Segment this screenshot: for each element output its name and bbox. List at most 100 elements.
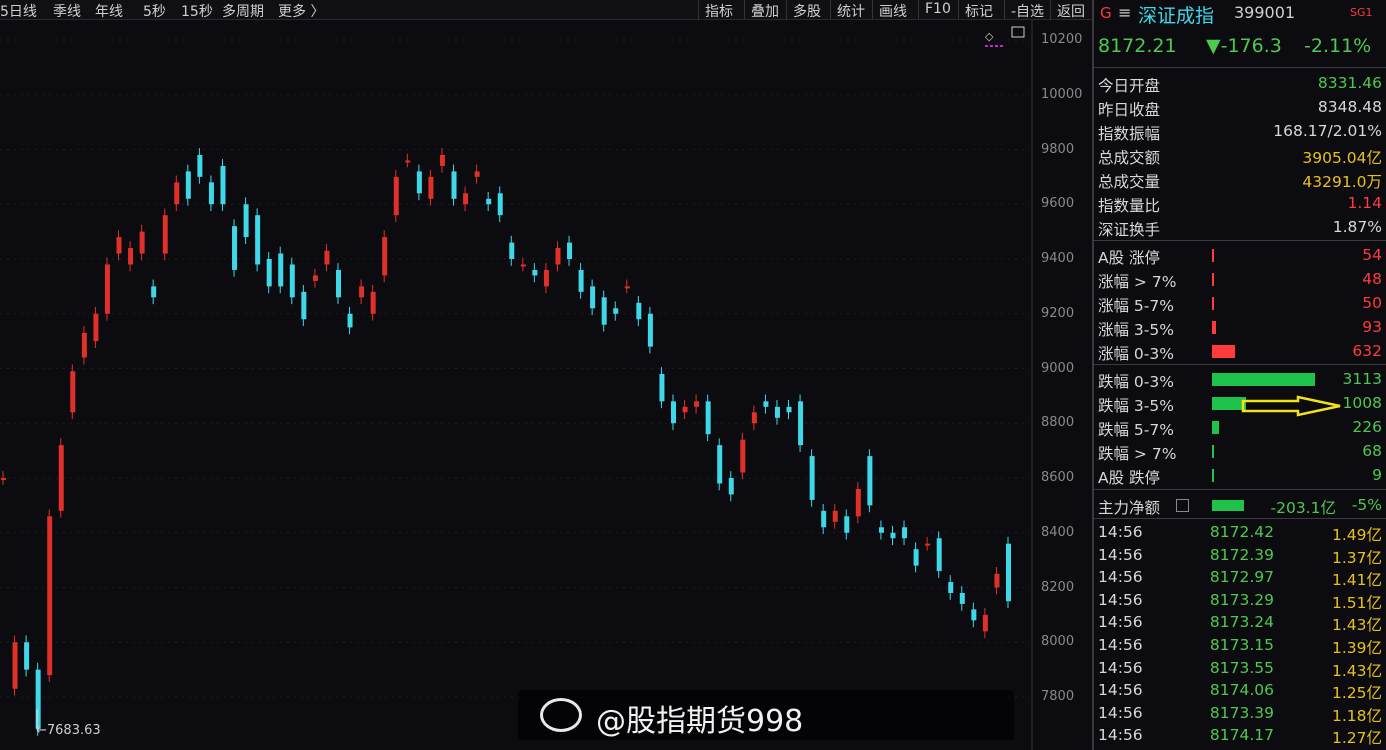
current-price: 8172.21: [1098, 35, 1177, 57]
tick-amount: 1.27亿: [1331, 729, 1382, 748]
candle-body: [266, 259, 272, 287]
tick-amount: 1.49亿: [1331, 526, 1382, 544]
stat-row: 指数量比 1.14: [1098, 192, 1382, 215]
tick-price: 8173.15: [1209, 636, 1274, 654]
candle-body: [578, 269, 584, 292]
tick-amount: 1.43亿: [1331, 661, 1382, 680]
sg1-tag[interactable]: SG1: [1350, 6, 1373, 19]
menu-icon[interactable]: ≡: [1118, 3, 1131, 22]
breadth-bar: [1212, 249, 1214, 262]
y-tick-label: 8200: [1041, 579, 1075, 595]
tick-row: 14:56 8172.39 1.37亿: [1098, 544, 1382, 567]
candle-body: [601, 297, 607, 325]
candle-body: [289, 264, 295, 298]
tick-row: 14:56 8172.42 1.49亿: [1098, 521, 1382, 544]
candle-body: [12, 642, 18, 689]
diamond-icon[interactable]: ◇: [985, 30, 994, 43]
stat-value: 3905.04亿: [1302, 149, 1382, 167]
candle-body: [925, 543, 931, 546]
main-flow-bar: [1212, 500, 1244, 511]
breadth-bar: [1212, 421, 1220, 434]
breadth-bar: [1212, 321, 1216, 334]
toolbar-item[interactable]: 多周期: [222, 1, 264, 21]
candle-body: [393, 176, 399, 216]
candle-body: [613, 308, 619, 314]
candle-body: [682, 406, 688, 413]
toolbar-button[interactable]: 指标: [698, 0, 739, 20]
y-tick-label: 9400: [1041, 251, 1075, 266]
toolbar-item[interactable]: 15秒: [181, 1, 213, 21]
toolbar-item[interactable]: 更多 〉: [278, 1, 324, 21]
tick-price: 8173.55: [1209, 658, 1274, 677]
window-icon[interactable]: [1011, 26, 1025, 38]
stat-value: 1.87%: [1332, 218, 1382, 236]
candle-body: [197, 154, 203, 177]
toolbar-button[interactable]: 叠加: [744, 0, 785, 20]
y-tick-label: 10000: [1041, 86, 1083, 102]
breadth-value: 54: [1362, 246, 1382, 264]
toolbar-item[interactable]: 季线: [53, 1, 81, 21]
tick-time: 14:56: [1098, 568, 1143, 587]
breadth-label: 涨幅 3-5%: [1098, 321, 1174, 339]
toolbar-button[interactable]: 画线: [872, 0, 913, 20]
toolbar-button[interactable]: 多股: [786, 0, 827, 20]
main-flow-label: 主力净额: [1098, 499, 1161, 517]
breadth-value: 3113: [1342, 370, 1382, 388]
tick-row: 14:56 8172.97 1.41亿: [1098, 566, 1382, 589]
tick-time: 14:56: [1098, 658, 1143, 677]
tick-price: 8174.17: [1209, 726, 1274, 745]
toolbar-button[interactable]: 返回: [1050, 0, 1091, 20]
breadth-value: 68: [1362, 442, 1382, 460]
toolbar-button[interactable]: 统计: [830, 0, 871, 20]
toolbar-button[interactable]: F10: [918, 0, 957, 20]
tick-amount: 1.39亿: [1331, 639, 1382, 657]
tick-time: 14:56: [1098, 726, 1143, 745]
candle-body: [405, 160, 411, 163]
candle-body: [232, 226, 238, 270]
tick-time: 14:56: [1098, 703, 1143, 722]
tick-amount: 1.43亿: [1331, 616, 1382, 635]
candle-body: [278, 253, 284, 287]
stat-row: 今日开盘 8331.46: [1098, 72, 1382, 95]
candle-body: [624, 286, 630, 289]
breadth-row: 涨幅 0-3% 632: [1098, 340, 1382, 363]
breadth-bar: [1212, 297, 1214, 310]
toolbar-item[interactable]: 5日线: [0, 1, 37, 21]
tick-time: 14:56: [1098, 545, 1143, 564]
candle-body: [208, 182, 214, 205]
list-icon[interactable]: [1176, 499, 1189, 512]
candle-body: [58, 445, 64, 511]
candle-body: [798, 401, 804, 446]
stat-row: 总成交量 43291.0万: [1098, 168, 1382, 191]
toolbar-item[interactable]: 5秒: [143, 1, 166, 21]
tick-row: 14:56 8173.39 1.18亿: [1098, 702, 1382, 725]
breadth-bar: [1212, 445, 1214, 458]
candle-body: [382, 237, 388, 276]
y-tick-label: 8400: [1041, 524, 1075, 540]
watermark-text: @股指期货998: [596, 704, 804, 739]
breadth-label: 跌幅 3-5%: [1098, 397, 1174, 415]
breadth-value: 9: [1372, 466, 1382, 484]
stat-value: 8331.46: [1317, 74, 1382, 92]
candle-body: [913, 549, 919, 566]
breadth-row: 跌幅 0-3% 3113: [1098, 368, 1382, 391]
candlestick-chart: ←7683.63 ◇: [0, 20, 1033, 750]
candle-body: [878, 527, 884, 533]
toolbar-item[interactable]: 年线: [95, 1, 123, 21]
candle-body: [428, 176, 434, 199]
tick-time: 14:56: [1098, 613, 1143, 632]
candle-body: [104, 264, 110, 314]
index-code: 399001: [1234, 3, 1296, 22]
breadth-bar: [1212, 373, 1315, 386]
y-tick-label: 9600: [1041, 196, 1075, 212]
toolbar-button[interactable]: 标记: [958, 0, 999, 20]
candle-body: [855, 488, 861, 517]
candle-body: [486, 198, 492, 205]
toolbar-button[interactable]: -自选: [1004, 0, 1050, 20]
candle-body: [255, 215, 261, 265]
tick-price: 8173.39: [1209, 703, 1274, 722]
candle-body: [312, 275, 318, 281]
candle-body: [301, 291, 307, 320]
tick-price: 8173.29: [1209, 590, 1274, 609]
breadth-row: A股 涨停 54: [1098, 244, 1382, 267]
